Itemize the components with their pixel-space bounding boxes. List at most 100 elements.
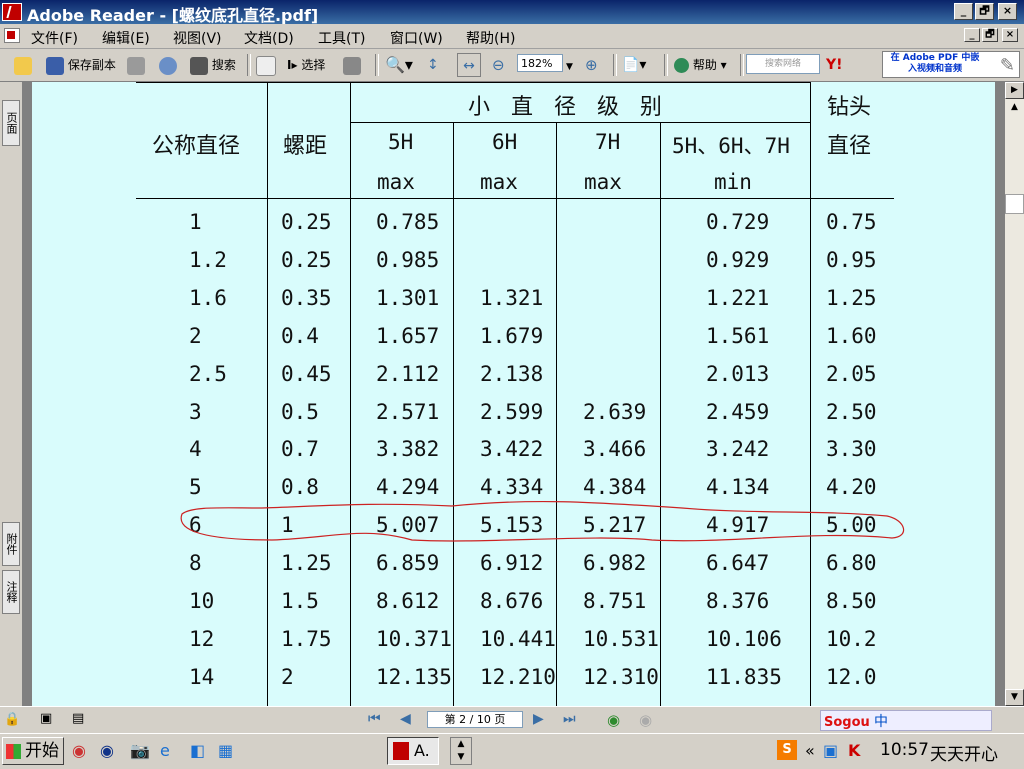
continuous-page-icon[interactable]: ▤ [72,711,84,726]
disk-icon [46,56,64,75]
binoculars-icon [190,56,208,75]
menu-file[interactable]: 文件(F) [28,27,81,49]
camera-icon [343,56,361,75]
hand-tool-button[interactable] [256,53,276,77]
media-player-icon[interactable]: ◉ [100,741,114,760]
pages-button[interactable]: 📄▾ [622,53,646,77]
antivirus-icon[interactable]: K [848,741,860,760]
snapshot-button[interactable] [343,53,361,77]
ad-text: 在 Adobe PDF 中嵌入视频和音频 [890,53,980,74]
start-button[interactable]: 开始 [2,737,64,765]
zoom-tool-button[interactable]: 🔍▾ [385,53,413,77]
zoom-dropdown-button[interactable]: ▼ [566,53,573,77]
quicklaunch-app-icon[interactable]: ▦ [218,741,233,760]
printer-icon [127,56,145,75]
toolbar-separator [247,54,251,76]
pages-icon: 📄▾ [622,57,647,73]
document-icon[interactable] [4,28,20,43]
fit-width-icon: ↔ [463,58,475,74]
go-forward-icon[interactable]: ◉ [639,711,652,729]
previous-page-icon[interactable]: ◀ [400,711,411,727]
pages-tab[interactable]: 页面 [2,100,20,146]
camera-icon[interactable]: 📷 [130,741,150,760]
open-button[interactable] [14,53,32,77]
menu-view[interactable]: 视图(V) [170,27,225,49]
menu-help[interactable]: 帮助(H) [463,27,518,49]
help-icon [674,58,689,73]
zoom-plus-icon: ⊕ [585,56,598,74]
lock-icon: 🔒 [4,712,21,727]
web-search-input[interactable]: 搜索网络 [746,54,820,74]
menu-document[interactable]: 文档(D) [241,27,297,49]
print-button[interactable] [127,53,145,77]
adobe-ad-banner[interactable]: 在 Adobe PDF 中嵌入视频和音频 ✎ [882,51,1020,78]
ad-graphic-icon: ✎ [999,55,1015,76]
sogou-tray-icon[interactable]: S [777,740,797,760]
minimize-button[interactable]: _ [954,3,973,20]
vertical-scrollbar[interactable]: ▶ ▲ ▼ [1005,82,1024,706]
fit-page-button[interactable]: ↕ [427,53,439,77]
scroll-down-arrow-icon[interactable]: ▼ [1005,689,1024,706]
search-button[interactable]: 搜索 [190,53,236,77]
taskbar: 开始 ◉ ◉ 📷 e ◧ ▦ A. ▲ ▼ S « ▣ K 10:57 天天开心 [0,733,1024,769]
menu-window[interactable]: 窗口(W) [387,27,446,49]
menu-bar: 文件(F) 编辑(E) 视图(V) 文档(D) 工具(T) 窗口(W) 帮助(H… [0,24,1024,49]
document-view[interactable]: 公称直径 螺距 小 直 径 级 别 钻头 直径 5H 6H 7H 5H、6H、7… [22,82,1005,706]
fit-width-button[interactable]: ↔ [457,53,481,77]
scroll-right-arrow-icon[interactable]: ▶ [1005,82,1024,99]
restore-button[interactable]: 🗗 [975,3,994,20]
save-copy-button[interactable]: 保存副本 [46,53,116,77]
network-icon[interactable]: ▣ [823,741,838,760]
sogou-ime-bar[interactable]: Sogou 中 [820,710,992,731]
doc-close-button[interactable]: × [1002,28,1018,42]
select-label: 选择 [301,58,326,72]
navigation-panel: 页面 附件 注释 [0,82,22,706]
last-page-icon[interactable]: ⏭ [563,711,576,727]
attachments-tab[interactable]: 附件 [2,522,20,566]
chevron-down-icon: ▼ [566,62,573,72]
zoom-out-button[interactable]: ⊖ [492,53,505,77]
internet-explorer-icon[interactable]: e [160,741,170,760]
adobe-reader-task-button[interactable]: A. [387,737,439,765]
quicklaunch-icon[interactable]: ◉ [72,741,86,760]
close-button[interactable]: × [998,3,1017,20]
tray-expand-icon[interactable]: « [805,741,815,760]
windows-logo-icon [6,744,21,759]
text-cursor-icon: I▸ [287,58,298,72]
show-desktop-icon[interactable]: ◧ [190,741,205,760]
toolbar-separator [664,54,668,76]
menu-edit[interactable]: 编辑(E) [99,27,153,49]
first-page-icon[interactable]: ⏮ [368,711,381,727]
freehand-ellipse-annotation[interactable] [32,82,995,706]
window-title: Adobe Reader - [螺纹底孔直径.pdf] [27,6,319,25]
toolbar-separator [375,54,379,76]
email-button[interactable] [159,53,177,77]
pdf-page: 公称直径 螺距 小 直 径 级 别 钻头 直径 5H 6H 7H 5H、6H、7… [32,82,995,706]
doc-minimize-button[interactable]: _ [964,28,980,42]
menu-tools[interactable]: 工具(T) [315,27,368,49]
clock[interactable]: 10:57 [880,740,929,760]
task-button-label: A. [414,741,430,760]
doc-restore-button[interactable]: 🗗 [982,28,998,42]
save-copy-label: 保存副本 [67,58,116,72]
scroll-thumb[interactable] [1005,194,1024,214]
help-button[interactable]: 帮助 ▾ [674,53,727,77]
hand-icon [256,55,276,76]
select-tool-button[interactable]: I▸ 选择 [287,53,325,77]
toolbar-separator [740,54,744,76]
sogou-logo: Sogou [824,715,870,730]
zoom-in-button[interactable]: ⊕ [585,53,598,77]
single-page-icon[interactable]: ▣ [40,711,52,726]
folder-icon [14,56,32,75]
taskbar-scroll-buttons[interactable]: ▲ ▼ [450,737,472,765]
status-bar: 🔒 ▣ ▤ ⏮ ◀ 第 2 / 10 页 ▶ ⏭ ◉ ◉ Sogou 中 [0,706,1024,733]
scroll-up-arrow-icon[interactable]: ▲ [1005,100,1024,117]
zoom-input[interactable]: 182% [517,54,563,72]
comments-tab[interactable]: 注释 [2,570,20,614]
yahoo-button[interactable]: Y! [826,53,843,77]
go-back-icon[interactable]: ◉ [607,711,620,729]
help-label: 帮助 [692,58,717,72]
page-number-input[interactable]: 第 2 / 10 页 [427,711,523,728]
next-page-icon[interactable]: ▶ [533,711,544,727]
ime-mode: 中 [873,714,888,730]
